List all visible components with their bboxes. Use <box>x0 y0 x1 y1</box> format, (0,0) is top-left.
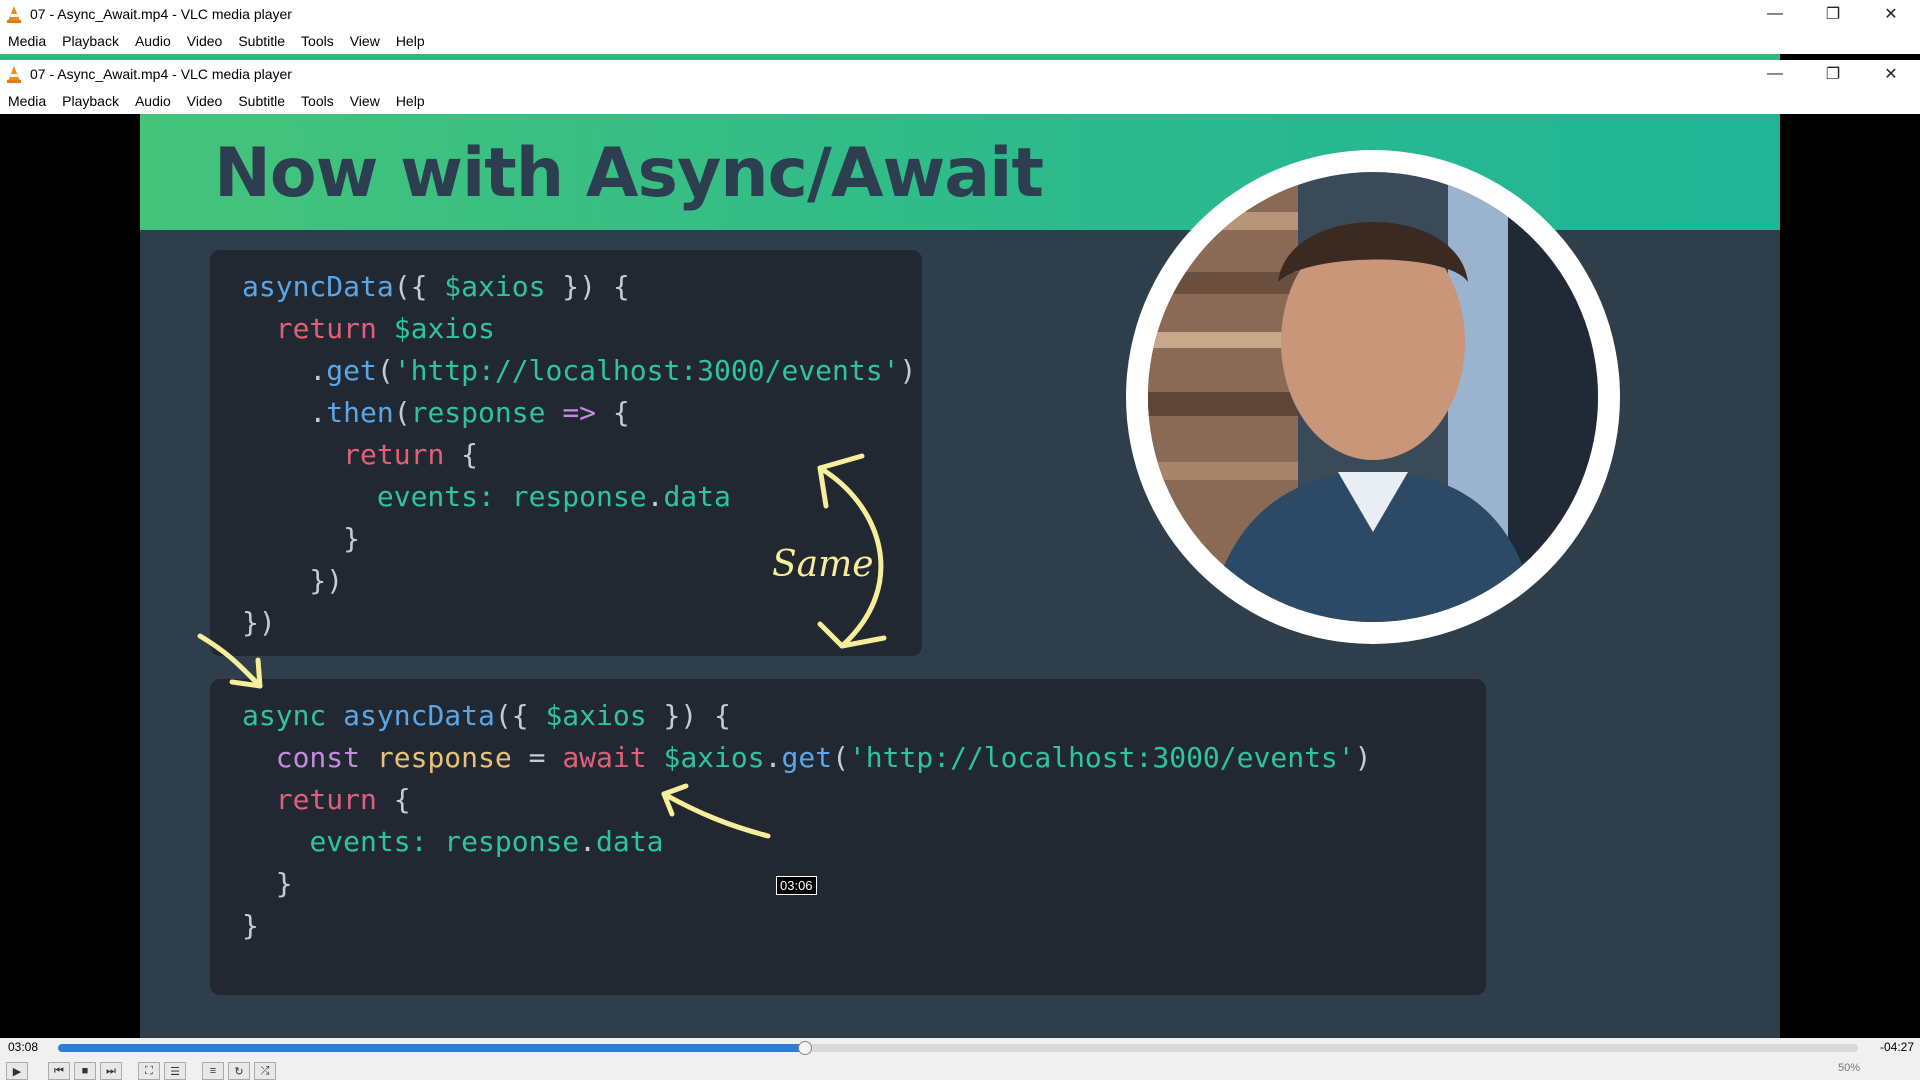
menu-tools[interactable]: Tools <box>293 33 342 49</box>
menu-view[interactable]: View <box>342 33 388 49</box>
menu-audio[interactable]: Audio <box>127 33 179 49</box>
vlc-cone-icon <box>6 65 22 83</box>
menu-video[interactable]: Video <box>179 33 231 49</box>
same-annotation: Same <box>772 544 874 585</box>
close-button[interactable]: ✕ <box>1862 0 1920 28</box>
menu-media[interactable]: Media <box>0 33 54 49</box>
loop-icon[interactable]: ↻ <box>228 1062 250 1080</box>
menu-help[interactable]: Help <box>388 33 433 49</box>
fullscreen-icon[interactable]: ⛶ <box>138 1062 160 1080</box>
inner-window-title: 07 - Async_Await.mp4 - VLC media player <box>30 66 292 82</box>
menu-tools[interactable]: Tools <box>293 93 342 109</box>
menu-subtitle[interactable]: Subtitle <box>230 93 293 109</box>
elapsed-time: 03:08 <box>8 1040 39 1054</box>
menu-subtitle[interactable]: Subtitle <box>230 33 293 49</box>
video-area[interactable]: Now with Async/Await asyncData({ $axios … <box>0 114 1920 1038</box>
menu-help[interactable]: Help <box>388 93 433 109</box>
menu-playback[interactable]: Playback <box>54 93 127 109</box>
menu-view[interactable]: View <box>342 93 388 109</box>
outer-window-title: 07 - Async_Await.mp4 - VLC media player <box>30 6 292 22</box>
presenter-video <box>1148 172 1598 622</box>
shuffle-icon[interactable]: ⤮ <box>254 1062 276 1080</box>
outer-menubar: Media Playback Audio Video Subtitle Tool… <box>0 28 1920 54</box>
video-frame: Now with Async/Await asyncData({ $axios … <box>140 114 1780 1038</box>
vlc-cone-icon <box>6 5 22 23</box>
seek-bar[interactable] <box>58 1041 1858 1055</box>
inner-titlebar: 07 - Async_Await.mp4 - VLC media player … <box>0 60 1920 88</box>
volume-level[interactable]: 50% <box>1838 1062 1860 1074</box>
playlist-icon[interactable]: ≡ <box>202 1062 224 1080</box>
inner-menubar: Media Playback Audio Video Subtitle Tool… <box>0 88 1920 114</box>
play-button[interactable]: ▶ <box>6 1062 28 1080</box>
minimize-button[interactable]: — <box>1746 60 1804 88</box>
menu-video[interactable]: Video <box>179 93 231 109</box>
extended-settings-icon[interactable]: ☰ <box>164 1062 186 1080</box>
playback-controls: 03:08 -04:27 ▶ ⏮ ■ ⏭ ⛶ ☰ ≡ ↻ ⤮ 50% <box>0 1038 1920 1080</box>
restore-button[interactable]: ❐ <box>1804 0 1862 28</box>
remaining-time: -04:27 <box>1879 1040 1914 1054</box>
previous-button[interactable]: ⏮ <box>48 1062 70 1080</box>
code-block-promise: asyncData({ $axios }) { return $axios .g… <box>210 250 922 656</box>
code-block-async-await: async asyncData({ $axios }) { const resp… <box>210 679 1486 995</box>
restore-button[interactable]: ❐ <box>1804 60 1862 88</box>
seek-bar-progress <box>58 1044 805 1052</box>
menu-media[interactable]: Media <box>0 93 54 109</box>
close-button[interactable]: ✕ <box>1862 60 1920 88</box>
menu-audio[interactable]: Audio <box>127 93 179 109</box>
menu-playback[interactable]: Playback <box>54 33 127 49</box>
outer-titlebar: 07 - Async_Await.mp4 - VLC media player … <box>0 0 1920 28</box>
seek-time-tooltip: 03:06 <box>776 876 817 895</box>
next-button[interactable]: ⏭ <box>100 1062 122 1080</box>
minimize-button[interactable]: — <box>1746 0 1804 28</box>
stop-button[interactable]: ■ <box>74 1062 96 1080</box>
seek-handle[interactable] <box>798 1041 812 1055</box>
slide-title: Now with Async/Await <box>214 134 1044 213</box>
